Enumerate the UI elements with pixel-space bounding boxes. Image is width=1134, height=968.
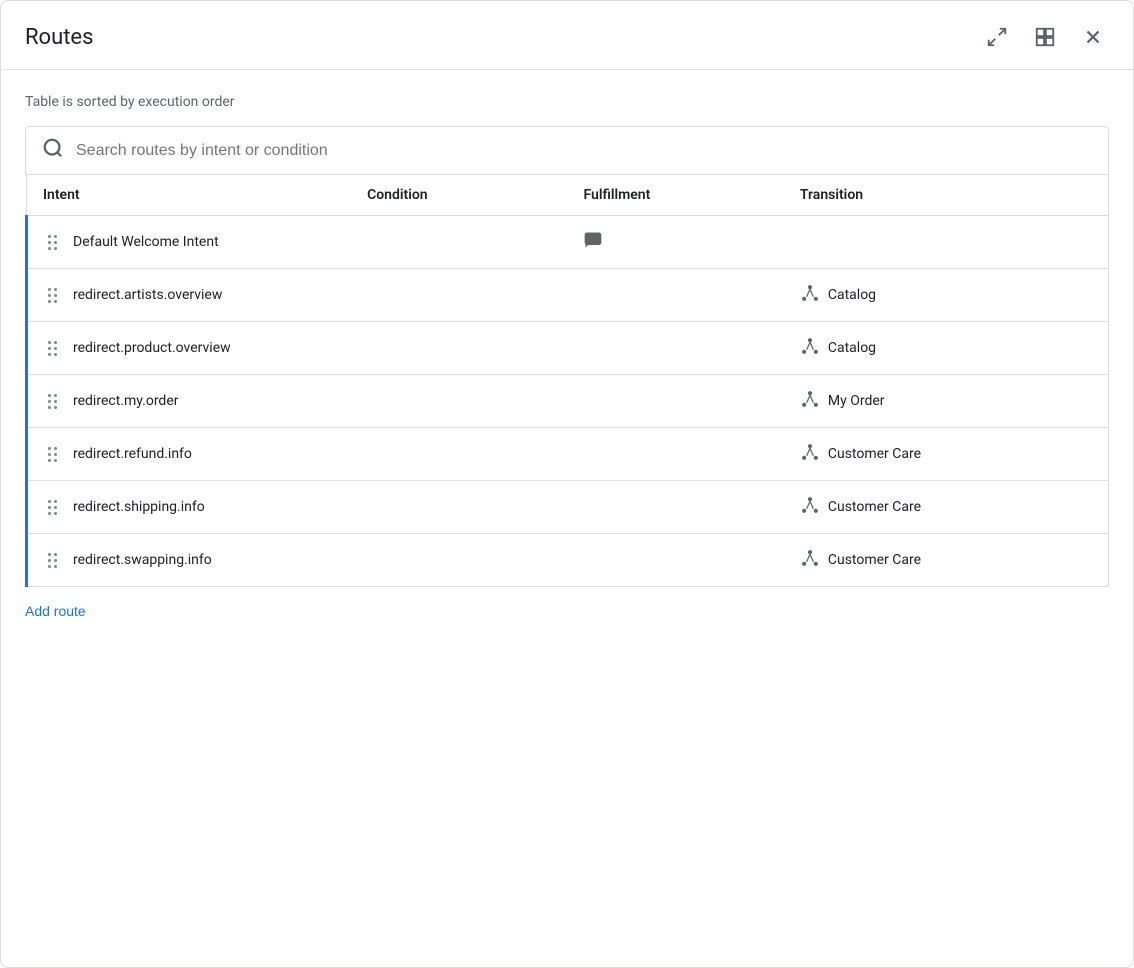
state-icon bbox=[800, 283, 820, 307]
condition-cell bbox=[351, 428, 567, 481]
search-input[interactable] bbox=[76, 142, 1092, 160]
fulfillment-cell bbox=[567, 534, 783, 587]
fulfillment-cell bbox=[567, 375, 783, 428]
intent-cell: redirect.artists.overview bbox=[27, 269, 352, 322]
search-bar bbox=[25, 126, 1109, 175]
dialog-title: Routes bbox=[25, 25, 93, 50]
drag-handle[interactable] bbox=[44, 337, 61, 360]
fulfillment-cell bbox=[567, 322, 783, 375]
state-icon bbox=[800, 389, 820, 413]
intent-label: Default Welcome Intent bbox=[73, 234, 219, 250]
drag-handle[interactable] bbox=[44, 284, 61, 307]
intent-label: redirect.swapping.info bbox=[73, 552, 212, 568]
intent-cell: redirect.swapping.info bbox=[27, 534, 352, 587]
transition-cell: Customer Care bbox=[784, 481, 1109, 534]
drag-handle[interactable] bbox=[44, 496, 61, 519]
routes-dialog: Routes bbox=[0, 0, 1134, 968]
transition-cell bbox=[784, 216, 1109, 269]
table-header-row: Intent Condition Fulfillment Transition bbox=[27, 175, 1109, 216]
routes-table: Intent Condition Fulfillment Transition … bbox=[25, 175, 1109, 587]
add-route-button[interactable]: Add route bbox=[25, 587, 1109, 643]
intent-cell: redirect.refund.info bbox=[27, 428, 352, 481]
condition-cell bbox=[351, 216, 567, 269]
condition-cell bbox=[351, 481, 567, 534]
col-header-intent: Intent bbox=[27, 175, 352, 216]
message-icon bbox=[583, 238, 603, 254]
table-row[interactable]: redirect.artists.overview Catalog bbox=[27, 269, 1109, 322]
close-button[interactable] bbox=[1077, 21, 1109, 53]
transition-label: Customer Care bbox=[828, 499, 921, 515]
intent-label: redirect.shipping.info bbox=[73, 499, 205, 515]
search-icon bbox=[42, 137, 64, 164]
transition-cell: Customer Care bbox=[784, 534, 1109, 587]
condition-cell bbox=[351, 269, 567, 322]
transition-cell: Catalog bbox=[784, 269, 1109, 322]
intent-label: redirect.my.order bbox=[73, 393, 179, 409]
table-row[interactable]: redirect.shipping.info Customer Care bbox=[27, 481, 1109, 534]
transition-label: Catalog bbox=[828, 287, 876, 303]
condition-cell bbox=[351, 322, 567, 375]
state-icon bbox=[800, 548, 820, 572]
table-row[interactable]: redirect.my.order My Order bbox=[27, 375, 1109, 428]
expand-button[interactable] bbox=[981, 21, 1013, 53]
intent-label: redirect.refund.info bbox=[73, 446, 192, 462]
transition-label: Catalog bbox=[828, 340, 876, 356]
transition-cell: My Order bbox=[784, 375, 1109, 428]
table-row[interactable]: Default Welcome Intent bbox=[27, 216, 1109, 269]
transition-label: Customer Care bbox=[828, 446, 921, 462]
table-row[interactable]: redirect.refund.info Customer Care bbox=[27, 428, 1109, 481]
header-actions bbox=[981, 21, 1109, 53]
intent-label: redirect.artists.overview bbox=[73, 287, 222, 303]
intent-cell: redirect.product.overview bbox=[27, 322, 352, 375]
col-header-fulfillment: Fulfillment bbox=[567, 175, 783, 216]
drag-handle[interactable] bbox=[44, 443, 61, 466]
transition-cell: Customer Care bbox=[784, 428, 1109, 481]
drag-handle[interactable] bbox=[44, 231, 61, 254]
intent-cell: Default Welcome Intent bbox=[27, 216, 352, 269]
drag-handle[interactable] bbox=[44, 549, 61, 572]
col-header-transition: Transition bbox=[784, 175, 1109, 216]
transition-label: Customer Care bbox=[828, 552, 921, 568]
intent-label: redirect.product.overview bbox=[73, 340, 231, 356]
state-icon bbox=[800, 495, 820, 519]
fulfillment-cell bbox=[567, 481, 783, 534]
intent-cell: redirect.my.order bbox=[27, 375, 352, 428]
fulfillment-cell bbox=[567, 428, 783, 481]
transition-label: My Order bbox=[828, 393, 885, 409]
sort-label: Table is sorted by execution order bbox=[25, 94, 1109, 110]
fulfillment-cell bbox=[567, 216, 783, 269]
state-icon bbox=[800, 336, 820, 360]
condition-cell bbox=[351, 375, 567, 428]
table-row[interactable]: redirect.product.overview Catalog bbox=[27, 322, 1109, 375]
fulfillment-cell bbox=[567, 269, 783, 322]
dialog-header: Routes bbox=[1, 1, 1133, 70]
dialog-body: Table is sorted by execution order Inten… bbox=[1, 70, 1133, 967]
transition-cell: Catalog bbox=[784, 322, 1109, 375]
split-view-button[interactable] bbox=[1029, 21, 1061, 53]
condition-cell bbox=[351, 534, 567, 587]
col-header-condition: Condition bbox=[351, 175, 567, 216]
state-icon bbox=[800, 442, 820, 466]
intent-cell: redirect.shipping.info bbox=[27, 481, 352, 534]
drag-handle[interactable] bbox=[44, 390, 61, 413]
table-row[interactable]: redirect.swapping.info Customer Care bbox=[27, 534, 1109, 587]
